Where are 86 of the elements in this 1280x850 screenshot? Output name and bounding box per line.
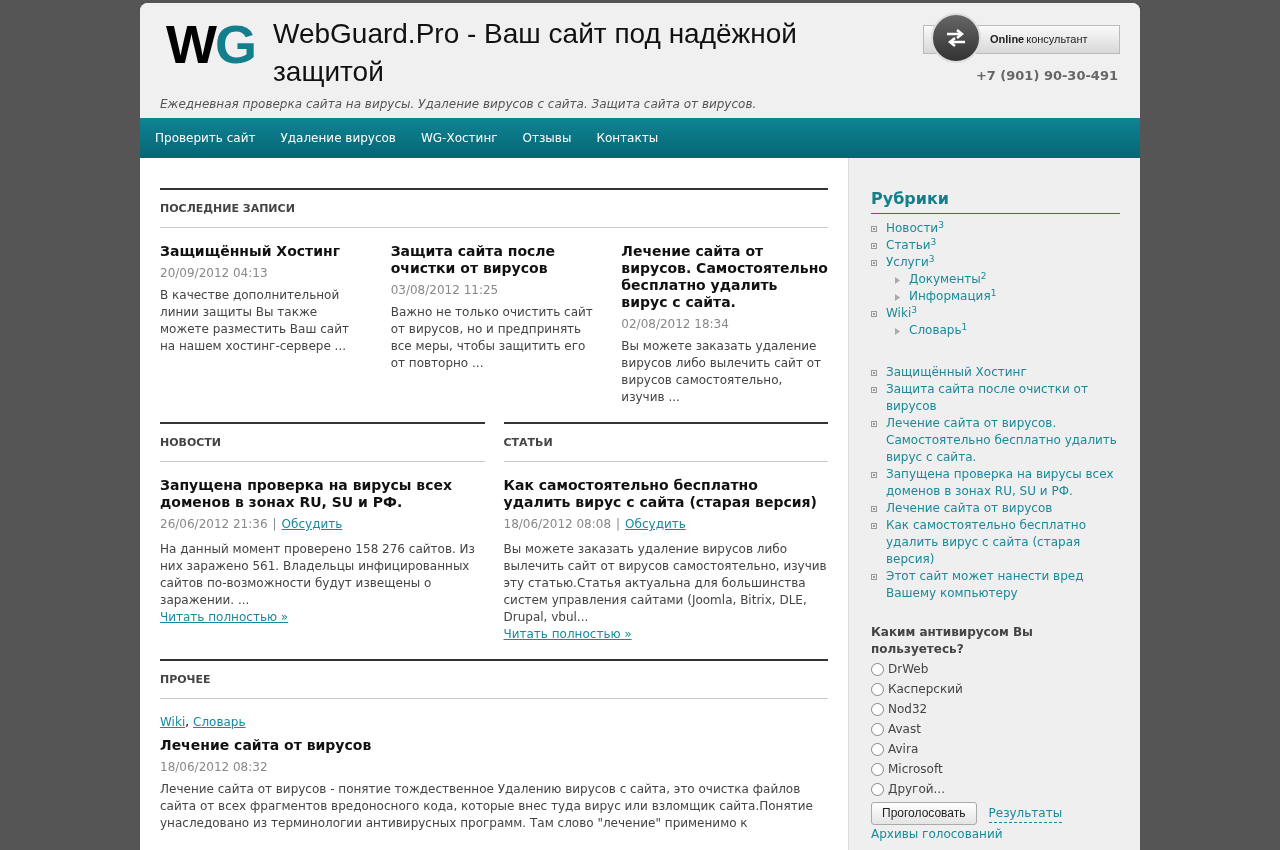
comment-link[interactable]: Обсудить (625, 516, 686, 533)
radio-button[interactable] (871, 682, 884, 696)
tag-separator: , (185, 714, 190, 731)
recent-post-link[interactable]: Защита сайта после очистки от вирусов (886, 381, 1120, 415)
post-excerpt: На данный момент проверено 158 276 сайтов. Из них заражено 561. Владельцы инфицированных сайтов по-возможности будут извещены о заражении. ... (160, 541, 476, 609)
post-title[interactable]: Защищённый Хостинг (160, 243, 367, 260)
chevron-icon (895, 294, 900, 301)
category-link[interactable]: Словарь$^{1}$ (909, 322, 968, 339)
post-date: 18/06/2012 08:08 (503, 516, 612, 533)
bullet-icon (871, 472, 877, 478)
chevron-icon (895, 277, 900, 284)
post-title[interactable]: Лечение сайта от вирусов. Самостоятельно бесплатно удалить вирус с сайта. (621, 243, 828, 311)
radio-button[interactable] (871, 702, 884, 716)
post-excerpt: Вы можете заказать удаление вирусов либо вылечить сайт от вирусов самостоятельно, изучив ... (621, 338, 823, 406)
poll-option[interactable]: Касперский (871, 679, 1120, 699)
separator: | (272, 516, 277, 533)
read-more-link[interactable]: Читать полностью » (160, 609, 289, 626)
radio-button[interactable] (871, 722, 884, 736)
nav-link[interactable]: Отзывы (522, 129, 572, 147)
site-title: WebGuard.Pro - Ваш сайт под надёжной защитой (273, 17, 798, 89)
post-excerpt: Важно не только очистить сайт от вирусов, но и предпринять все меры, чтобы защитить его от повторно ... (390, 304, 594, 372)
radio-button[interactable] (871, 742, 884, 756)
bullet-icon (871, 311, 877, 317)
sidebar-heading: Рубрики (871, 189, 950, 208)
bullet-icon (871, 260, 877, 266)
post-title[interactable]: Запущена проверка на вирусы всех доменов в зонах RU, SU и РФ. (160, 477, 485, 511)
section-heading: НОВОСТИ (160, 436, 222, 449)
poll-option[interactable]: Nod32 (871, 699, 1120, 719)
results-link[interactable]: Результаты (988, 804, 1063, 823)
comment-link[interactable]: Обсудить (281, 516, 343, 533)
category-link[interactable]: Статьи$^{3}$ (886, 237, 937, 254)
separator: | (616, 516, 621, 533)
category-link[interactable]: Новости$^{3}$ (886, 220, 944, 237)
category-link[interactable]: Wiki$^{3}$ (886, 305, 917, 322)
bullet-icon (871, 243, 877, 249)
bullet-icon (871, 387, 877, 393)
nav-link[interactable]: Проверить сайт (155, 129, 256, 147)
recent-post-link[interactable]: Как самостоятельно бесплатно удалить вирус с сайта (старая версия) (886, 517, 1120, 568)
vote-button[interactable]: Проголосовать (871, 802, 977, 825)
post-date: 20/09/2012 04:13 (160, 265, 269, 282)
nav-link[interactable]: Удаление вирусов (280, 129, 396, 147)
bullet-icon (871, 370, 877, 376)
poll-option[interactable]: Microsoft (871, 759, 1120, 779)
logo: WG (166, 17, 255, 71)
radio-button[interactable] (871, 782, 884, 796)
post-date: 03/08/2012 11:25 (390, 282, 500, 299)
poll-option[interactable]: Avira (871, 739, 1120, 759)
poll-option[interactable]: DrWeb (871, 659, 1120, 679)
bullet-icon (871, 506, 877, 512)
bullet-icon (871, 421, 877, 427)
poll-option[interactable]: Avast (871, 719, 1120, 739)
category-link[interactable]: Информация$^{1}$ (909, 288, 997, 305)
post-body: Лечение сайта от вирусов - понятие тождественное Удалению вирусов с сайта, это очистка файлов сайта от всех фрагментов вредоносного кода, которые внес туда вирус или взломщик сайта.Понятие унаследовано из терминологии антивирусных программ. Там слово "лечение" применимо к (160, 781, 814, 832)
bullet-icon (871, 574, 877, 580)
recent-post-link[interactable]: Запущена проверка на вирусы всех доменов в зонах RU, SU и РФ. (886, 466, 1120, 500)
post-date: 02/08/2012 18:34 (621, 316, 730, 333)
radio-button[interactable] (871, 662, 884, 676)
phone-number: +7 (901) 90-30-491 (975, 67, 1118, 85)
nav-link[interactable]: Контакты (596, 129, 659, 147)
section-heading: ПРОЧЕЕ (160, 673, 211, 686)
post-title[interactable]: Как самостоятельно бесплатно удалить вирус с сайта (старая версия) (503, 477, 828, 511)
bullet-icon (871, 523, 877, 529)
bullet-icon (871, 226, 877, 232)
section-heading: ПОСЛЕДНИЕ ЗАПИСИ (160, 202, 295, 215)
category-link[interactable]: Документы$^{2}$ (909, 271, 987, 288)
recent-post-link[interactable]: Этот сайт может нанести вред Вашему компьютеру (886, 568, 1120, 602)
section-heading: СТАТЬИ (503, 436, 553, 449)
recent-post-link[interactable]: Лечение сайта от вирусов (886, 500, 1053, 517)
archive-link[interactable]: Архивы голосований (871, 827, 1003, 842)
tagline: Ежедневная проверка сайта на вирусы. Удаление вирусов с сайта. Защита сайта от вирусов. (160, 96, 758, 113)
nav-link[interactable]: WG-Хостинг (420, 129, 498, 147)
tag-link[interactable]: Словарь (193, 714, 246, 731)
radio-button[interactable] (871, 762, 884, 776)
post-title[interactable]: Лечение сайта от вирусов (160, 737, 828, 754)
post-date: 18/06/2012 08:32 (160, 759, 269, 776)
post-date: 26/06/2012 21:36 (160, 516, 268, 533)
chevron-icon (895, 328, 900, 335)
poll-question: Каким антивирусом Вы пользуетесь? (871, 624, 1034, 658)
category-link[interactable]: Услуги$^{3}$ (886, 254, 935, 271)
poll-option[interactable]: Другой... (871, 779, 1120, 799)
recent-post-link[interactable]: Защищённый Хостинг (886, 364, 1027, 381)
post-excerpt: В качестве дополнительной линии защиты Вы также можете разместить Ваш сайт на нашем хостинг-сервере ... (160, 287, 350, 355)
post-excerpt: Вы можете заказать удаление вирусов либо вылечить сайт от вирусов самостоятельно, изучив эту статью.Статья актуальна для большинства систем управления сайтами (Joomla, Bitrix, DLE, Drupal, vbul... (503, 541, 828, 626)
read-more-link[interactable]: Читать полностью » (503, 626, 632, 643)
post-title[interactable]: Защита сайта после очистки от вирусов (390, 243, 598, 277)
recent-post-link[interactable]: Лечение сайта от вирусов. Самостоятельно бесплатно удалить вирус с сайта. (886, 415, 1120, 466)
